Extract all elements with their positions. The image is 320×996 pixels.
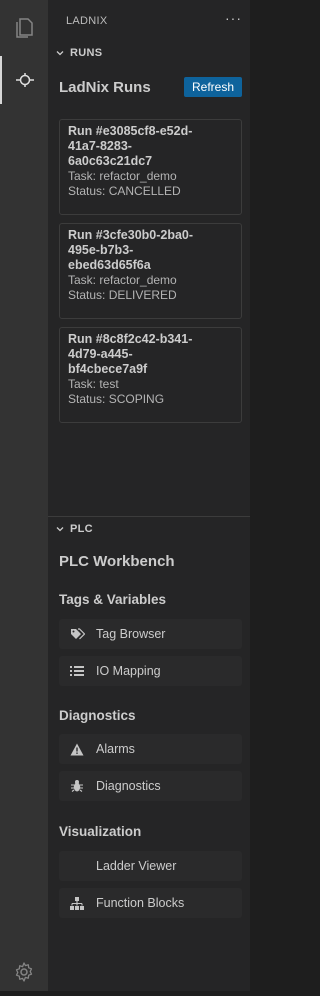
run-card[interactable]: Run #3cfe30b0-2ba0- 495e-b7b3- ebed63d65… [59,223,242,319]
alarms-item[interactable]: Alarms [59,734,242,764]
item-label: Diagnostics [96,779,161,793]
item-label: Ladder Viewer [96,859,177,873]
circuit-icon [16,73,34,87]
run-id: Run #8c8f2c42-b341- 4d79-a445- bf4cbece7… [68,332,193,376]
chevron-down-icon [56,527,64,532]
runs-heading: LadNix Runs [59,79,151,96]
ladnix-extension-button[interactable] [0,56,48,104]
list-icon [69,663,85,679]
item-label: Alarms [96,742,135,756]
group-title-visualization: Visualization [59,824,142,839]
plc-section-label: PLC [70,523,93,535]
run-id: Run #3cfe30b0-2ba0- 495e-b7b3- ebed63d65… [68,228,194,272]
item-label: Function Blocks [96,896,185,910]
warning-icon [69,741,85,757]
io-mapping-item[interactable]: IO Mapping [59,656,242,686]
hierarchy-icon [69,895,85,911]
tag-browser-item[interactable]: Tag Browser [59,619,242,649]
runs-section-header[interactable]: RUNS [48,43,250,63]
run-card[interactable]: Run #8c8f2c42-b341- 4d79-a445- bf4cbece7… [59,327,242,423]
files-icon [16,18,33,38]
tags-icon [69,626,85,642]
run-task: Task: refactor_demo [68,273,177,287]
chevron-down-icon [56,51,64,56]
runs-section-label: RUNS [70,47,103,59]
run-task: Task: refactor_demo [68,169,177,183]
plc-section-header[interactable]: PLC [48,519,250,539]
item-label: Tag Browser [96,627,166,641]
run-card[interactable]: Run #e3085cf8-e52d- 41a7-8283- 6a0c63c21… [59,119,242,215]
plc-heading: PLC Workbench [59,553,175,570]
run-task: Task: test [68,377,119,391]
run-status: Status: SCOPING [68,392,165,406]
activity-bar [0,0,48,991]
sidebar-header: LADNIX ··· [48,0,250,42]
item-label: IO Mapping [96,664,161,678]
run-id: Run #e3085cf8-e52d- 41a7-8283- 6a0c63c21… [68,124,193,168]
bug-icon [69,778,85,794]
run-status: Status: CANCELLED [68,184,181,198]
diagnostics-item[interactable]: Diagnostics [59,771,242,801]
explorer-button[interactable] [0,4,48,52]
function-blocks-item[interactable]: Function Blocks [59,888,242,918]
refresh-button[interactable]: Refresh [184,77,242,97]
more-actions-button[interactable]: ··· [225,10,242,26]
side-bar: LADNIX ··· RUNS LadNix Runs Refresh Run … [48,0,250,991]
section-divider [48,516,250,517]
gear-icon [15,962,33,982]
settings-button[interactable] [0,948,48,996]
group-title-diagnostics: Diagnostics [59,708,136,723]
group-title-tags: Tags & Variables [59,592,167,607]
run-status: Status: DELIVERED [68,288,177,302]
sidebar-title: LADNIX [66,15,108,27]
ladder-viewer-item[interactable]: Ladder Viewer [59,851,242,881]
